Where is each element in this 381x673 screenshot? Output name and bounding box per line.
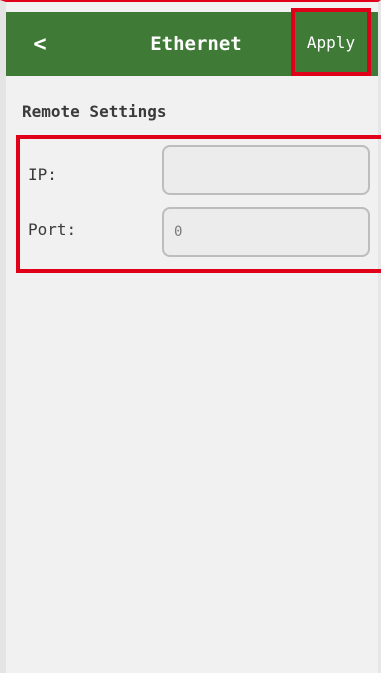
section-title-remote-settings: Remote Settings	[22, 102, 167, 121]
port-label: Port:	[28, 220, 77, 239]
ethernet-screen: < Ethernet Apply Remote Settings IP: Por…	[0, 0, 381, 673]
back-button[interactable]: <	[12, 12, 68, 76]
apply-button[interactable]: Apply	[291, 8, 371, 76]
port-input[interactable]: 0	[162, 207, 370, 257]
ip-label: IP:	[28, 165, 57, 184]
remote-settings-group: IP: Port: 0	[16, 135, 381, 273]
ip-input[interactable]	[162, 145, 370, 195]
page-title: Ethernet	[150, 33, 242, 55]
header-bar: < Ethernet Apply	[6, 8, 378, 76]
